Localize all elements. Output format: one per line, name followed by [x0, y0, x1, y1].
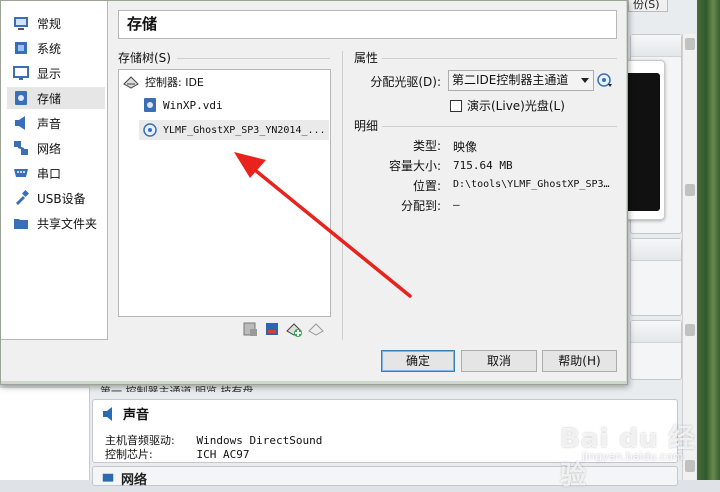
detail-value-size: 715.64 MB [453, 159, 513, 172]
tree-item-label: YLMF_GhostXP_SP3_YN2014_... [163, 124, 326, 136]
vm-list-background [0, 388, 90, 480]
detail-value-attached-to: — [453, 198, 460, 211]
divider [382, 58, 617, 59]
sidebar-item-label: 常规 [37, 16, 62, 31]
audio-section-title[interactable]: 声音 [101, 404, 149, 423]
audio-icon [15, 116, 25, 130]
detail-key-type: 类型: [412, 139, 441, 153]
usb-icon [16, 190, 29, 205]
hard-disk-icon [144, 98, 156, 112]
storage-tree-toolbar [241, 320, 325, 338]
drive-select[interactable]: 第二IDE控制器主通道 [448, 70, 594, 91]
system-icon [15, 42, 27, 54]
detail-value-type: 映像 [453, 140, 478, 154]
sidebar-item-audio[interactable]: 声音 [7, 112, 105, 134]
sidebar-item-label: 存储 [37, 91, 62, 106]
divider [342, 51, 343, 340]
live-cd-checkbox-row[interactable]: 演示(Live)光盘(L) [450, 97, 565, 114]
network-section-label: 网络 [121, 473, 148, 488]
sidebar-item-shared-folders[interactable]: 共享文件夹 [7, 212, 105, 234]
baidu-watermark-url: jingyan.baidu.com [582, 450, 684, 463]
drive-label: 分配光驱(D): [370, 75, 441, 89]
audio-controller-key: 控制芯片: [105, 448, 153, 461]
background-panel [630, 238, 682, 316]
help-button[interactable]: 帮助(H) [542, 350, 617, 372]
sidebar-item-label: 系统 [37, 41, 62, 56]
network-icon [14, 141, 28, 155]
audio-section-label: 声音 [123, 408, 150, 423]
drive-select-value: 第二IDE控制器主通道 [452, 73, 569, 87]
sidebar-item-general[interactable]: 常规 [7, 12, 105, 34]
sidebar-item-label: 网络 [37, 141, 62, 156]
sidebar-item-label: 声音 [37, 116, 62, 131]
tree-item-hard-disk[interactable]: WinXP.vdi [143, 97, 223, 113]
divider [382, 126, 617, 127]
detail-key-location: 位置: [412, 179, 441, 193]
tree-controller-label: 控制器: IDE [145, 76, 204, 89]
tree-controller-ide[interactable]: 控制器: IDE [123, 74, 204, 90]
divider [177, 58, 330, 59]
audio-controller-value: ICH AC97 [196, 448, 250, 461]
ide-controller-icon [123, 76, 139, 89]
sidebar-item-network[interactable]: 网络 [7, 137, 105, 159]
main-scrollbar[interactable] [682, 34, 696, 480]
live-cd-label: 演示(Live)光盘(L) [467, 99, 565, 113]
remove-attachment-button[interactable] [263, 320, 281, 338]
shared-folder-icon [14, 219, 28, 229]
sidebar-item-system[interactable]: 系统 [7, 37, 105, 59]
add-controller-icon [286, 323, 302, 337]
chevron-down-icon [581, 78, 589, 83]
speaker-icon [103, 406, 112, 421]
remove-controller-icon [308, 323, 324, 336]
attributes-heading: 属性 [354, 51, 379, 65]
sidebar-item-label: USB设备 [37, 191, 86, 206]
desktop-wallpaper [697, 0, 720, 480]
sidebar-item-storage[interactable]: 存储 [7, 87, 105, 109]
sidebar-item-label: 共享文件夹 [37, 216, 98, 231]
settings-sidebar: 常规 系统 显示 存储 声音 网络 串口 USB设备 共享文件夹 [1, 1, 108, 340]
add-attachment-icon [243, 322, 257, 336]
add-controller-button[interactable] [285, 320, 303, 338]
remove-controller-button[interactable] [307, 320, 325, 338]
network-section-title[interactable]: 网络 [101, 469, 147, 488]
background-panel [630, 320, 682, 380]
add-attachment-button[interactable] [241, 320, 259, 338]
sidebar-item-usb[interactable]: USB设备 [7, 187, 105, 209]
detail-value-location: D:\tools\YLMF_GhostXP_SP3… [453, 179, 610, 190]
general-icon [14, 17, 28, 30]
sidebar-item-serial-port[interactable]: 串口 [7, 162, 105, 184]
sidebar-item-label: 显示 [37, 66, 62, 81]
audio-controller-row: 控制芯片: ICH AC97 [105, 446, 249, 462]
serial-port-icon [14, 169, 28, 177]
storage-tree[interactable]: 控制器: IDE WinXP.vdi YLMF_GhostXP_SP3_YN20… [118, 69, 331, 317]
tree-item-optical-disc[interactable]: YLMF_GhostXP_SP3_YN2014_... [139, 120, 329, 140]
page-title: 存储 [118, 10, 617, 39]
detail-key-attached-to: 分配到: [400, 199, 441, 213]
optical-disc-icon [143, 123, 157, 137]
details-heading: 明细 [354, 119, 379, 133]
live-cd-checkbox[interactable] [450, 99, 462, 112]
choose-disc-icon[interactable] [597, 72, 613, 88]
cancel-button[interactable]: 取消 [461, 350, 537, 372]
storage-tree-label: 存储树(S) [118, 51, 171, 65]
ok-button[interactable]: 确定 [381, 350, 455, 372]
remove-attachment-icon [266, 323, 278, 335]
storage-icon [15, 91, 27, 105]
sidebar-item-label: 串口 [37, 166, 62, 181]
preview-thumbnail [625, 60, 665, 220]
display-icon [13, 66, 29, 80]
tree-item-label: WinXP.vdi [163, 98, 223, 112]
settings-dialog: 常规 系统 显示 存储 声音 网络 串口 USB设备 共享文件夹 存储 存储树(… [0, 0, 628, 385]
detail-key-size: 容量大小: [388, 159, 441, 173]
network-icon [102, 473, 114, 482]
sidebar-item-display[interactable]: 显示 [7, 62, 105, 84]
snapshot-tab[interactable]: 份(S) [628, 0, 668, 12]
